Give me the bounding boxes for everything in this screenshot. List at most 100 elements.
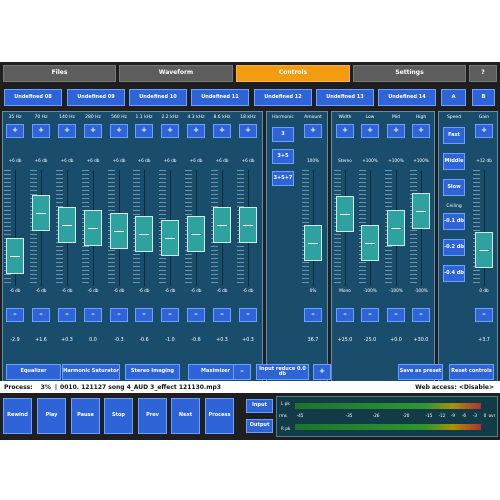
stereo-width-plus-button[interactable]: + xyxy=(336,124,354,138)
stereo-mid-plus-button[interactable]: + xyxy=(387,124,405,138)
input-reduce-plus-button[interactable]: + xyxy=(313,364,331,380)
eq-band-0-minus-button[interactable]: – xyxy=(6,308,24,322)
stereo-low-plus-button[interactable]: + xyxy=(361,124,379,138)
preset-button[interactable]: Undefined 08 xyxy=(4,89,62,106)
transport-bar: Rewind Play Pause Stop Prev Next Process Input O… xyxy=(0,393,500,440)
eq-band-0-slider-thumb[interactable] xyxy=(6,238,24,275)
speed-label: Speed xyxy=(446,115,462,120)
eq-band-8-plus-button[interactable]: + xyxy=(213,124,231,138)
eq-band-2-minus-button[interactable]: – xyxy=(58,308,76,322)
tab-controls[interactable]: Controls xyxy=(236,65,350,82)
module-button[interactable]: Equalizer xyxy=(6,364,61,380)
eq-band-6-plus-button[interactable]: + xyxy=(161,124,179,138)
eq-band-1-slider-thumb[interactable] xyxy=(32,194,50,231)
transport-next-button[interactable]: Next xyxy=(171,398,200,434)
harmonic-option-button[interactable]: 3 xyxy=(272,127,294,142)
harmonic-option-button[interactable]: 3+5 xyxy=(272,149,294,164)
amount-label: Amount xyxy=(304,115,322,120)
amount-max-label: 100% xyxy=(307,158,319,163)
transport-pause-button[interactable]: Pause xyxy=(71,398,100,434)
eq-band-4-minus-button[interactable]: – xyxy=(110,308,128,322)
eq-band-6-slider-thumb[interactable] xyxy=(161,219,179,256)
tab-help[interactable]: ? xyxy=(469,65,497,82)
preset-button[interactable]: A xyxy=(441,89,466,106)
stereo-mid-slider-thumb[interactable] xyxy=(387,210,405,246)
eq-band-3-minus-button[interactable]: – xyxy=(84,308,102,322)
speed-option-button[interactable]: Slow xyxy=(443,179,465,196)
meter-scale-label: -26 xyxy=(372,413,380,418)
eq-band-7-minus-button[interactable]: – xyxy=(187,308,205,322)
meter-scale-label: -3 xyxy=(472,413,478,418)
stereo-low-slider-thumb[interactable] xyxy=(361,224,379,261)
harmonic-option-button[interactable]: 3+5+7 xyxy=(272,171,294,186)
transport-play-button[interactable]: Play xyxy=(37,398,66,434)
speed-option-button[interactable]: Middle xyxy=(443,153,465,170)
eq-band-9-slider-thumb[interactable] xyxy=(239,207,257,244)
eq-band-6-minus-button[interactable]: – xyxy=(161,308,179,322)
eq-band-1-plus-button[interactable]: + xyxy=(32,124,50,138)
eq-band-5-plus-button[interactable]: + xyxy=(135,124,153,138)
eq-band-4-slider-thumb[interactable] xyxy=(110,212,128,249)
amount-minus-button[interactable]: – xyxy=(304,308,322,322)
stereo-width-slider-thumb[interactable] xyxy=(336,195,354,232)
stereo-high-slider-thumb[interactable] xyxy=(412,192,430,229)
tab-files[interactable]: Files xyxy=(3,65,116,82)
preset-button[interactable]: B xyxy=(472,89,495,106)
eq-band-7-plus-button[interactable]: + xyxy=(187,124,205,138)
eq-band-9-minus-button[interactable]: – xyxy=(239,308,257,322)
output-button[interactable]: Output xyxy=(246,419,273,433)
eq-band-8-minus-button[interactable]: – xyxy=(213,308,231,322)
input-reduce-button[interactable]: Input reduce 0.0 db xyxy=(256,364,309,380)
reset-controls-button[interactable]: Reset controls xyxy=(449,364,494,380)
ceiling-option-button[interactable]: -0.4 db xyxy=(443,265,465,282)
ceiling-option-button[interactable]: -0.2 db xyxy=(443,239,465,256)
eq-band-3-plus-button[interactable]: + xyxy=(84,124,102,138)
gain-plus-button[interactable]: + xyxy=(475,124,493,138)
stereo-high-max-label: +100% xyxy=(413,158,429,163)
eq-band-5-slider-thumb[interactable] xyxy=(135,215,153,252)
transport-rewind-button[interactable]: Rewind xyxy=(3,398,32,434)
preset-button[interactable]: Undefined 12 xyxy=(254,89,312,106)
preset-button[interactable]: Undefined 10 xyxy=(129,89,187,106)
amount-slider-thumb[interactable] xyxy=(304,225,322,262)
gain-slider-thumb[interactable] xyxy=(475,232,493,269)
gain-min-label: 0 db xyxy=(479,288,489,293)
eq-band-0-plus-button[interactable]: + xyxy=(6,124,24,138)
tab-waveform[interactable]: Waveform xyxy=(119,65,233,82)
stereo-low-minus-button[interactable]: – xyxy=(361,308,379,322)
ceiling-option-button[interactable]: -0.1 db xyxy=(443,213,465,230)
module-button[interactable]: Harmonic Saturator xyxy=(62,364,120,380)
stereo-mid-minus-button[interactable]: – xyxy=(387,308,405,322)
preset-button[interactable]: Undefined 09 xyxy=(67,89,125,106)
eq-band-8-slider-thumb[interactable] xyxy=(213,207,231,244)
input-button[interactable]: Input xyxy=(246,399,273,413)
transport-stop-button[interactable]: Stop xyxy=(104,398,133,434)
eq-band-7-slider-thumb[interactable] xyxy=(187,215,205,252)
eq-band-2-plus-button[interactable]: + xyxy=(58,124,76,138)
preset-button[interactable]: Undefined 13 xyxy=(316,89,374,106)
amount-plus-button[interactable]: + xyxy=(304,124,322,138)
stereo-high-plus-button[interactable]: + xyxy=(412,124,430,138)
separator: | xyxy=(54,383,58,391)
transport-prev-button[interactable]: Prev xyxy=(138,398,167,434)
eq-band-4-plus-button[interactable]: + xyxy=(110,124,128,138)
stereo-width-minus-button[interactable]: – xyxy=(336,308,354,322)
transport-process-button[interactable]: Process xyxy=(205,398,234,434)
eq-band-9-plus-button[interactable]: + xyxy=(239,124,257,138)
eq-band-2-slider-thumb[interactable] xyxy=(58,207,76,244)
amount-min-label: 0% xyxy=(309,288,317,293)
eq-band-1-minus-button[interactable]: – xyxy=(32,308,50,322)
eq-band-3-slider-thumb[interactable] xyxy=(84,210,102,246)
left-peak-label: L pk xyxy=(281,401,290,406)
save-preset-button[interactable]: Save as preset xyxy=(398,364,443,380)
eq-band-5-minus-button[interactable]: – xyxy=(135,308,153,322)
preset-button[interactable]: Undefined 14 xyxy=(378,89,436,106)
preset-button[interactable]: Undefined 11 xyxy=(191,89,249,106)
module-button[interactable]: Stereo Imaging xyxy=(125,364,180,380)
gain-minus-button[interactable]: – xyxy=(475,308,493,322)
meter-scale-label: -45 xyxy=(296,413,304,418)
stereo-high-minus-button[interactable]: – xyxy=(412,308,430,322)
speed-option-button[interactable]: Fast xyxy=(443,127,465,144)
tab-settings[interactable]: Settings xyxy=(353,65,466,82)
input-reduce-minus-button[interactable]: – xyxy=(233,364,251,380)
